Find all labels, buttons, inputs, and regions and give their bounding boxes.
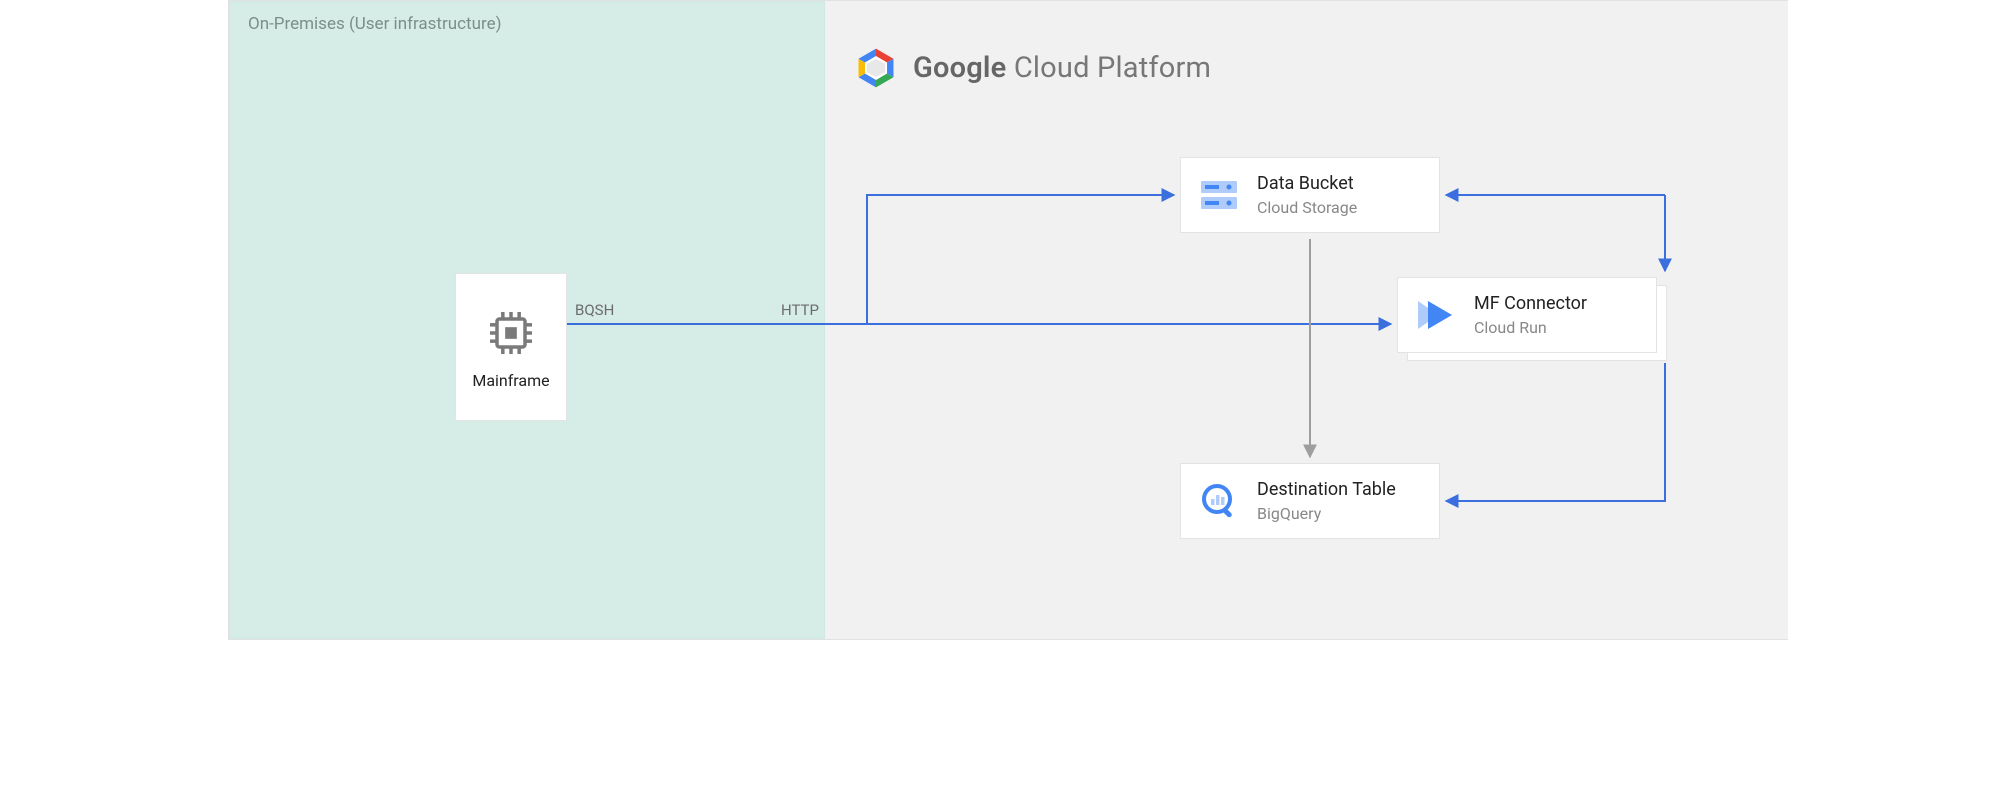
edge-label-http: HTTP: [781, 301, 819, 319]
gcp-header-rest: Cloud Platform: [1006, 51, 1211, 85]
node-mainframe: Mainframe: [455, 273, 567, 421]
cpu-icon: [483, 305, 539, 361]
bigquery-icon: [1195, 477, 1243, 525]
node-bucket-sub: Cloud Storage: [1257, 198, 1357, 217]
edge-label-bqsh: BQSH: [575, 301, 614, 319]
gcp-header-title: Google Cloud Platform: [913, 51, 1211, 85]
node-mf-connector: MF Connector Cloud Run: [1397, 277, 1657, 353]
gcp-header-bold: Google: [913, 51, 1006, 85]
node-mainframe-title: Mainframe: [472, 371, 549, 390]
node-data-bucket: Data Bucket Cloud Storage: [1180, 157, 1440, 233]
zone-on-premises-label: On-Premises (User infrastructure): [248, 14, 502, 34]
node-destination-table: Destination Table BigQuery: [1180, 463, 1440, 539]
node-connector-title: MF Connector: [1474, 293, 1587, 314]
node-bq-sub: BigQuery: [1257, 504, 1396, 523]
gcp-logo-icon: [853, 45, 899, 91]
node-bq-title: Destination Table: [1257, 479, 1396, 500]
gcp-header: Google Cloud Platform: [853, 45, 1211, 91]
node-connector-sub: Cloud Run: [1474, 318, 1587, 337]
node-bucket-title: Data Bucket: [1257, 173, 1357, 194]
architecture-diagram: On-Premises (User infrastructure) Google…: [228, 0, 1788, 640]
cloud-storage-icon: [1195, 171, 1243, 219]
cloud-run-icon: [1412, 291, 1460, 339]
